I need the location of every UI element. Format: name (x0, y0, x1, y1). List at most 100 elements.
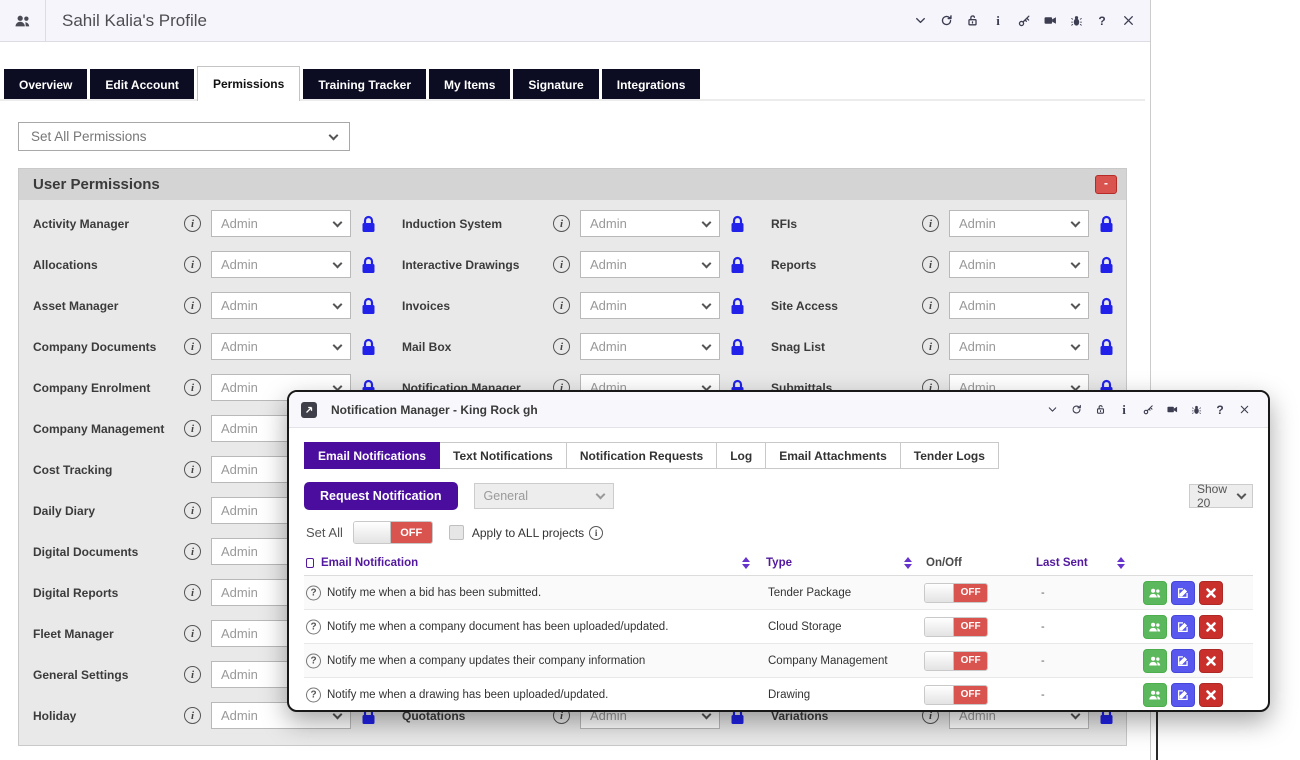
lock-icon[interactable] (730, 256, 745, 274)
unlock-icon[interactable] (964, 13, 980, 28)
tab-email-notifications[interactable]: Email Notifications (304, 442, 440, 469)
notification-toggle[interactable]: OFF (924, 651, 988, 671)
edit-notification-button[interactable] (1171, 615, 1195, 639)
info-icon[interactable]: i (184, 502, 201, 519)
close-icon[interactable] (1120, 13, 1136, 28)
info-icon[interactable]: i (990, 13, 1006, 28)
lock-icon[interactable] (730, 338, 745, 356)
help-circle-icon[interactable]: ? (306, 653, 321, 668)
info-icon[interactable]: i (922, 215, 939, 232)
chevron-down-icon[interactable] (912, 13, 928, 28)
delete-notification-button[interactable] (1199, 581, 1223, 605)
info-icon[interactable]: i (184, 666, 201, 683)
set-all-permissions-select[interactable]: Set All Permissions (18, 122, 350, 151)
info-icon[interactable]: i (184, 625, 201, 642)
info-icon[interactable]: i (553, 297, 570, 314)
help-circle-icon[interactable]: ? (306, 585, 321, 600)
close-icon[interactable] (1236, 402, 1252, 417)
permission-level-select[interactable]: Admin (949, 251, 1089, 278)
info-icon[interactable]: i (184, 707, 201, 724)
info-icon[interactable]: i (922, 297, 939, 314)
camera-icon[interactable] (1164, 402, 1180, 417)
lock-icon[interactable] (1099, 297, 1114, 315)
info-icon[interactable]: i (589, 526, 603, 540)
key-icon[interactable] (1140, 402, 1156, 417)
delete-notification-button[interactable] (1199, 615, 1223, 639)
key-icon[interactable] (1016, 13, 1032, 28)
assign-users-button[interactable] (1143, 683, 1167, 707)
info-icon[interactable]: i (184, 338, 201, 355)
unlock-icon[interactable] (1092, 402, 1108, 417)
info-icon[interactable]: i (922, 338, 939, 355)
info-icon[interactable]: i (553, 256, 570, 273)
lock-icon[interactable] (1099, 256, 1114, 274)
lock-icon[interactable] (1099, 215, 1114, 233)
permission-level-select[interactable]: Admin (211, 333, 351, 360)
collapse-panel-button[interactable]: - (1095, 175, 1117, 194)
lock-icon[interactable] (730, 215, 745, 233)
tab-overview[interactable]: Overview (4, 69, 87, 101)
lock-icon[interactable] (730, 297, 745, 315)
edit-notification-button[interactable] (1171, 649, 1195, 673)
info-icon[interactable]: i (922, 256, 939, 273)
sort-type[interactable] (904, 557, 912, 569)
tab-permissions[interactable]: Permissions (197, 66, 300, 101)
sort-email-notification[interactable] (742, 557, 750, 569)
permission-level-select[interactable]: Admin (211, 210, 351, 237)
permission-level-select[interactable]: Admin (580, 333, 720, 360)
camera-icon[interactable] (1042, 13, 1058, 28)
info-icon[interactable]: i (184, 584, 201, 601)
bug-icon[interactable] (1188, 402, 1204, 417)
permission-level-select[interactable]: Admin (580, 292, 720, 319)
permission-level-select[interactable]: Admin (949, 210, 1089, 237)
category-select[interactable]: General (474, 483, 614, 509)
lock-icon[interactable] (361, 297, 376, 315)
tab-email-attachments[interactable]: Email Attachments (766, 442, 901, 469)
request-notification-button[interactable]: Request Notification (304, 482, 458, 510)
permission-level-select[interactable]: Admin (580, 251, 720, 278)
lock-icon[interactable] (361, 338, 376, 356)
tab-training-tracker[interactable]: Training Tracker (303, 69, 426, 101)
tab-integrations[interactable]: Integrations (602, 69, 701, 101)
chevron-down-icon[interactable] (1044, 402, 1060, 417)
permission-level-select[interactable]: Admin (211, 292, 351, 319)
edit-notification-button[interactable] (1171, 581, 1195, 605)
show-count-select[interactable]: Show 20 (1189, 484, 1253, 508)
apply-all-projects-checkbox[interactable] (449, 525, 464, 540)
info-icon[interactable]: i (184, 379, 201, 396)
permission-level-select[interactable]: Admin (949, 333, 1089, 360)
info-icon[interactable]: i (184, 297, 201, 314)
permission-level-select[interactable]: Admin (211, 251, 351, 278)
info-icon[interactable]: i (553, 338, 570, 355)
info-icon[interactable]: i (184, 256, 201, 273)
refresh-icon[interactable] (938, 13, 954, 28)
delete-notification-button[interactable] (1199, 683, 1223, 707)
delete-notification-button[interactable] (1199, 649, 1223, 673)
help-icon[interactable]: ? (1094, 13, 1110, 28)
set-all-toggle[interactable]: OFF (353, 521, 433, 544)
assign-users-button[interactable] (1143, 615, 1167, 639)
notification-toggle[interactable]: OFF (924, 583, 988, 603)
info-icon[interactable]: i (184, 543, 201, 560)
help-circle-icon[interactable]: ? (306, 619, 321, 634)
info-icon[interactable]: i (184, 461, 201, 478)
permission-level-select[interactable]: Admin (949, 292, 1089, 319)
edit-notification-button[interactable] (1171, 683, 1195, 707)
refresh-icon[interactable] (1068, 402, 1084, 417)
tab-signature[interactable]: Signature (513, 69, 598, 101)
tab-notification-requests[interactable]: Notification Requests (567, 442, 717, 469)
lock-icon[interactable] (1099, 338, 1114, 356)
info-icon[interactable]: i (184, 420, 201, 437)
lock-icon[interactable] (361, 215, 376, 233)
lock-icon[interactable] (361, 256, 376, 274)
help-circle-icon[interactable]: ? (306, 687, 321, 702)
tab-log[interactable]: Log (717, 442, 766, 469)
notification-toggle[interactable]: OFF (924, 685, 988, 705)
sort-last-sent[interactable] (1117, 557, 1125, 569)
assign-users-button[interactable] (1143, 581, 1167, 605)
notification-toggle[interactable]: OFF (924, 617, 988, 637)
tab-edit-account[interactable]: Edit Account (90, 69, 194, 101)
info-icon[interactable]: i (1116, 402, 1132, 417)
permission-level-select[interactable]: Admin (580, 210, 720, 237)
tab-tender-logs[interactable]: Tender Logs (901, 442, 999, 469)
